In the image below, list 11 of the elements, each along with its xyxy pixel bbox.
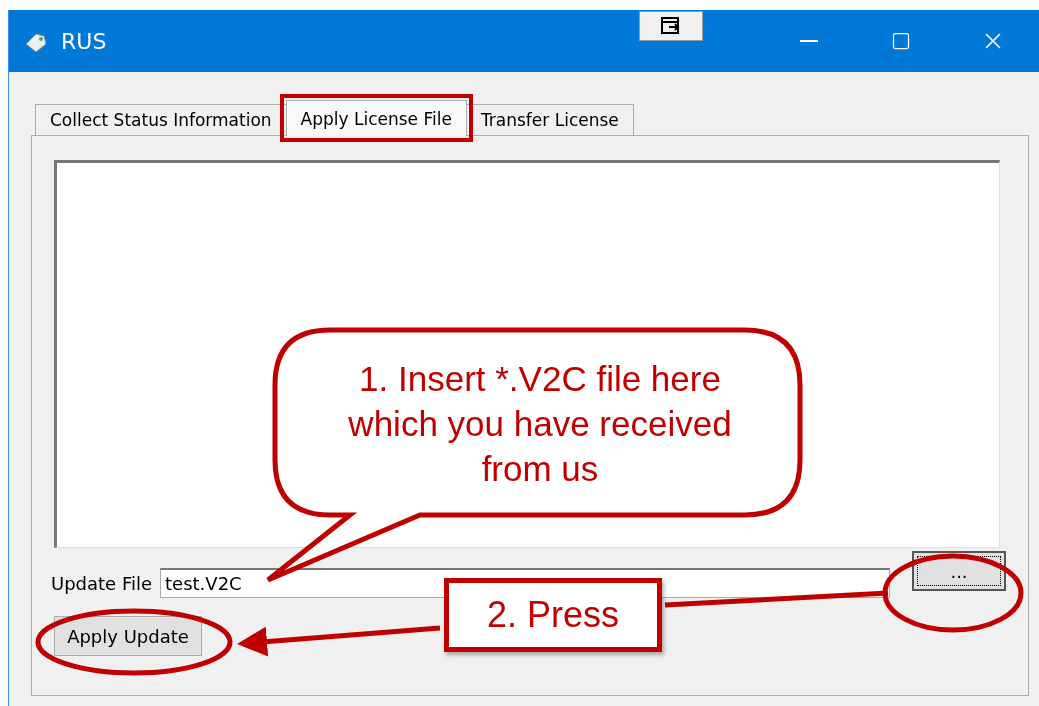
field-label: Update File (51, 572, 153, 594)
tab[interactable]: Collect Status Information (35, 104, 287, 136)
window-title: RUS (61, 28, 108, 54)
window-icon (661, 17, 681, 35)
callout-text: 1. Insert *.V2C file here which you have received from us (347, 358, 733, 490)
maximize-icon (891, 31, 911, 51)
callout-box: 2. Press (444, 578, 662, 652)
apply-button[interactable]: Apply Update (54, 616, 202, 656)
tab[interactable]: Transfer License (465, 104, 634, 136)
window-button[interactable] (639, 11, 703, 41)
minimize-icon (800, 40, 818, 42)
